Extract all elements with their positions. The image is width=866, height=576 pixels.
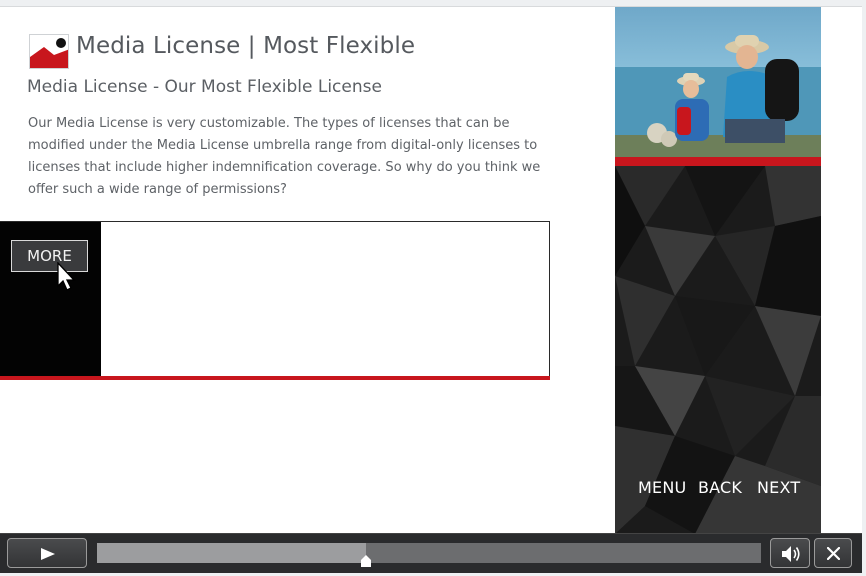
reveal-panel-accent-line bbox=[0, 376, 550, 380]
mountain-sun-logo-icon bbox=[29, 34, 69, 69]
close-icon bbox=[827, 547, 840, 560]
play-button[interactable] bbox=[7, 538, 87, 568]
player-frame: Media License | Most Flexible Media Lice… bbox=[0, 0, 866, 576]
side-panel bbox=[615, 7, 821, 533]
page-title: Media License | Most Flexible bbox=[76, 33, 416, 59]
close-button[interactable] bbox=[814, 538, 852, 568]
progress-fill bbox=[97, 543, 366, 563]
slide-body-text: Our Media License is very customizable. … bbox=[28, 116, 541, 197]
side-accent-bar bbox=[615, 157, 821, 166]
progress-handle[interactable] bbox=[360, 555, 371, 567]
slide-subtitle: Media License - Our Most Flexible Licens… bbox=[27, 77, 382, 97]
next-link[interactable]: NEXT bbox=[757, 478, 800, 497]
playback-bar bbox=[0, 533, 862, 573]
slide: Media License | Most Flexible Media Lice… bbox=[0, 6, 862, 533]
volume-icon bbox=[782, 546, 800, 562]
play-icon bbox=[41, 548, 55, 560]
back-link[interactable]: BACK bbox=[698, 478, 742, 497]
mouse-cursor-icon bbox=[57, 262, 76, 291]
volume-button[interactable] bbox=[770, 538, 810, 568]
progress-track[interactable] bbox=[97, 543, 761, 567]
hikers-photo bbox=[615, 7, 821, 157]
menu-link[interactable]: MENU bbox=[638, 478, 686, 497]
